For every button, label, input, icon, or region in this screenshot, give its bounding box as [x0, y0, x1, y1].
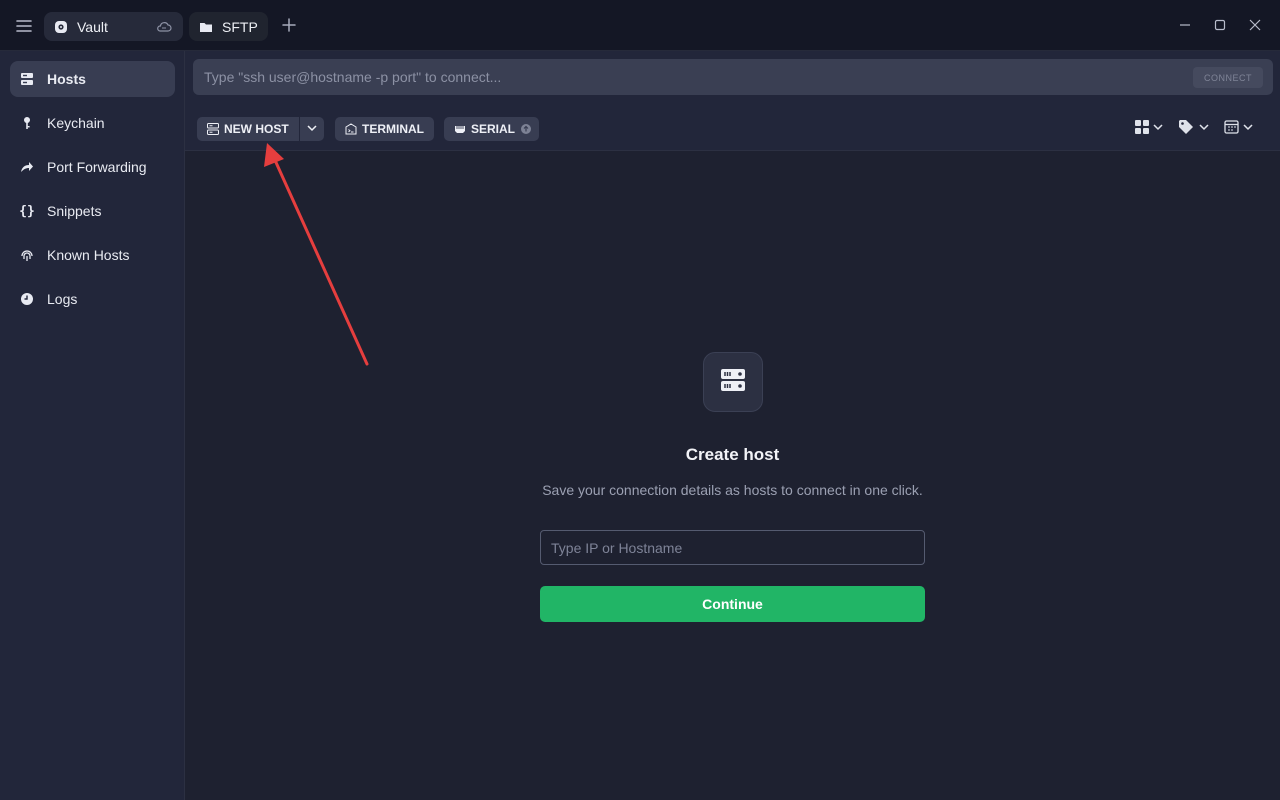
close-icon[interactable] [1248, 18, 1262, 32]
continue-button[interactable]: Continue [540, 586, 925, 622]
sidebar: Hosts Keychain Port Forwarding {} Snippe… [0, 51, 185, 800]
hosts-icon [207, 123, 219, 135]
key-icon [20, 116, 34, 130]
cloud-icon [156, 20, 172, 34]
annotation-arrow [264, 143, 369, 366]
sidebar-item-port-forwarding[interactable]: Port Forwarding [10, 149, 175, 185]
host-illustration [703, 352, 763, 412]
serial-button[interactable]: SERIAL [444, 117, 539, 141]
terminal-label: TERMINAL [362, 122, 424, 136]
sidebar-item-label: Snippets [47, 203, 102, 219]
chevron-down-icon [306, 122, 318, 137]
sidebar-item-known-hosts[interactable]: Known Hosts [10, 237, 175, 273]
sidebar-item-label: Known Hosts [47, 247, 130, 263]
terminal-icon [345, 123, 357, 135]
tab-label: Vault [77, 18, 108, 35]
maximize-icon[interactable] [1213, 18, 1227, 32]
serial-label: SERIAL [471, 122, 516, 136]
sidebar-item-snippets[interactable]: {} Snippets [10, 193, 175, 229]
clock-icon [20, 292, 34, 306]
tag-filter-toggle[interactable] [1178, 119, 1210, 139]
terminal-button[interactable]: TERMINAL [335, 117, 434, 141]
forward-arrow-icon [20, 160, 34, 174]
tab-sftp[interactable]: SFTP [189, 12, 268, 41]
new-host-dropdown-button[interactable] [300, 117, 324, 141]
title-bar: Vault SFTP [0, 0, 1280, 51]
sidebar-item-hosts[interactable]: Hosts [10, 61, 175, 97]
sidebar-item-logs[interactable]: Logs [10, 281, 175, 317]
sidebar-item-keychain[interactable]: Keychain [10, 105, 175, 141]
sort-toggle[interactable] [1224, 119, 1256, 139]
plus-icon[interactable] [280, 16, 298, 34]
new-host-label: NEW HOST [224, 122, 289, 136]
serial-port-icon [454, 123, 466, 135]
grid-view-icon [1134, 119, 1164, 140]
tab-label: SFTP [222, 18, 258, 35]
create-host-subtitle: Save your connection details as hosts to… [542, 482, 923, 498]
sidebar-item-label: Logs [47, 291, 78, 307]
vault-icon [54, 20, 68, 34]
minimize-icon[interactable] [1178, 18, 1192, 32]
hamburger-menu-icon[interactable] [14, 16, 34, 36]
hostname-input[interactable] [540, 530, 925, 565]
braces-icon: {} [19, 203, 35, 219]
connect-button[interactable]: CONNECT [1193, 67, 1263, 88]
folder-icon [199, 20, 213, 34]
tag-icon [1178, 119, 1210, 140]
calendar-icon [1224, 119, 1256, 140]
server-icon [720, 367, 746, 398]
upgrade-badge-icon [521, 124, 532, 134]
fingerprint-icon [20, 248, 34, 262]
tab-vault[interactable]: Vault [44, 12, 183, 41]
top-toolbar: CONNECT NEW HOST TERMINAL SERIAL [185, 51, 1280, 151]
grid-view-toggle[interactable] [1134, 119, 1164, 139]
new-host-button[interactable]: NEW HOST [197, 117, 299, 141]
sidebar-item-label: Keychain [47, 115, 105, 131]
create-host-title: Create host [685, 445, 780, 464]
ssh-connect-input[interactable] [193, 59, 1273, 95]
hosts-icon [20, 72, 34, 86]
sidebar-item-label: Port Forwarding [47, 159, 147, 175]
sidebar-item-label: Hosts [47, 71, 86, 87]
